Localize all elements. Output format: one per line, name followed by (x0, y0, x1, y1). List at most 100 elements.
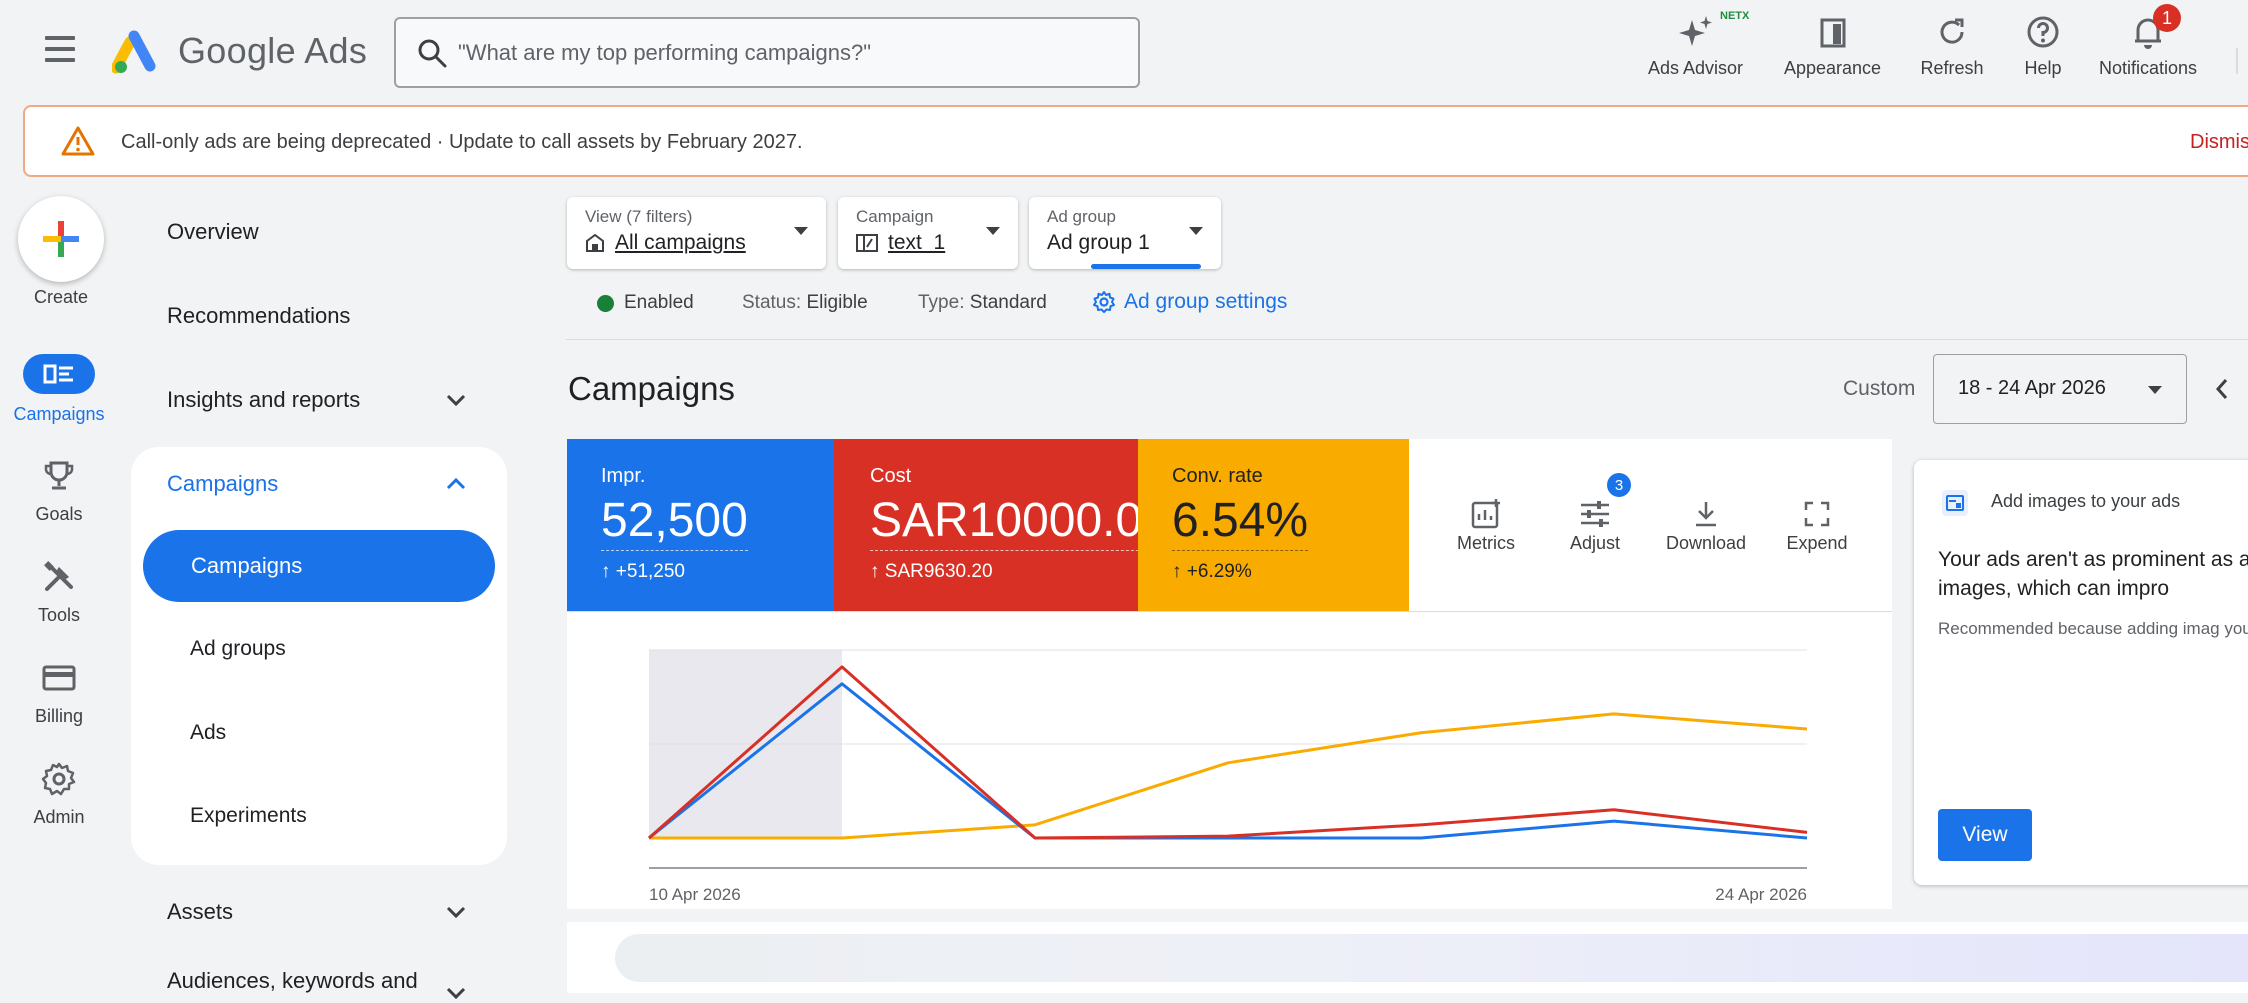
deprecation-banner: Call-only ads are being deprecated · Upd… (23, 105, 2248, 177)
rail-item-admin[interactable]: Admin (4, 757, 114, 828)
nav-sub-experiments[interactable]: Experiments (190, 804, 307, 828)
appearance-icon (1775, 10, 1890, 54)
rail-item-campaigns[interactable]: Campaigns (4, 354, 114, 425)
recommendation-body: Your ads aren't as prominent as added im… (1938, 548, 2248, 600)
rail-item-tools[interactable]: Tools (4, 555, 114, 626)
gear-icon (4, 757, 114, 801)
credit-card-icon (4, 656, 114, 700)
scorecard-delta: ↑ SAR9630.20 (870, 561, 993, 582)
rail-campaigns-label: Campaigns (13, 404, 105, 424)
chart-x-tick-label: 24 Apr 2026 (1715, 885, 1807, 904)
ad-group-filter-value: Ad group 1 (1047, 231, 1150, 254)
tools-icon (4, 555, 114, 599)
scorecards-panel: Impr. 52,500 ↑ +51,250 Cost SAR10000.00 … (567, 439, 1892, 611)
scorecard-delta: ↑ +51,250 (601, 561, 685, 582)
page-title: Campaigns (568, 370, 735, 407)
date-range-picker[interactable]: 18 - 24 Apr 2026 (1933, 354, 2187, 424)
appearance-button[interactable]: Appearance (1775, 10, 1890, 79)
image-ad-icon (1942, 490, 1968, 516)
nav-sub-ads[interactable]: Ads (190, 721, 226, 745)
campaign-type-icon (856, 234, 878, 252)
expand-label: Expend (1786, 533, 1848, 553)
view-filter-label: View (7 filters) (585, 207, 693, 226)
ad-group-filter[interactable]: Ad group Ad group 1 (1029, 197, 1221, 269)
view-filter[interactable]: View (7 filters) All campaigns (567, 197, 826, 269)
divider (566, 339, 2248, 340)
date-preset-label: Custom (1843, 377, 1916, 400)
metrics-button[interactable]: Metrics (1436, 495, 1536, 554)
main-menu-icon[interactable] (40, 36, 80, 66)
date-range-value: 18 - 24 Apr 2026 (1958, 377, 2106, 399)
help-icon (2003, 10, 2083, 54)
rail-tools-label: Tools (37, 605, 81, 625)
scorecard-value: SAR10000.00 (870, 493, 1138, 551)
banner-dismiss-link[interactable]: Dismis (2190, 131, 2248, 154)
trophy-icon (4, 454, 114, 498)
enabled-status: Enabled (597, 292, 694, 314)
eligibility-status: Status: Eligible (742, 292, 868, 314)
adjust-button[interactable]: 3 Adjust (1545, 473, 1645, 554)
chevron-up-icon[interactable] (444, 474, 468, 494)
loading-placeholder-bar (615, 934, 2248, 982)
create-button[interactable] (18, 196, 104, 282)
type-key: Type: (918, 292, 965, 313)
search-input[interactable] (458, 33, 1118, 73)
nav-campaigns-group (131, 447, 507, 865)
refresh-button[interactable]: Refresh (1902, 10, 2002, 79)
chevron-down-icon[interactable] (444, 902, 468, 922)
search-box[interactable] (394, 17, 1140, 88)
nav-overview[interactable]: Overview (167, 219, 259, 245)
chevron-left-icon[interactable] (2212, 376, 2232, 402)
chevron-down-icon[interactable] (444, 983, 468, 1003)
notifications-button[interactable]: 1 Notifications (2087, 4, 2209, 79)
ad-group-settings-link[interactable]: Ad group settings (1092, 290, 1287, 314)
recommendation-reason: Recommended because adding imag your CTR (1938, 616, 2248, 641)
nav-insights-reports[interactable]: Insights and reports (167, 387, 360, 413)
ad-group-settings-label: Ad group settings (1124, 290, 1288, 313)
view-recommendation-button[interactable]: View (1938, 809, 2032, 861)
scorecard-conv-rate[interactable]: Conv. rate 6.54% ↑ +6.29% (1138, 439, 1409, 611)
download-button[interactable]: Download (1656, 495, 1756, 554)
nav-campaigns-header[interactable]: Campaigns (167, 471, 278, 497)
nav-assets[interactable]: Assets (167, 899, 233, 925)
nav-sub-ad-groups[interactable]: Ad groups (190, 637, 286, 661)
adjust-count-badge: 3 (1607, 473, 1631, 497)
loading-panel (567, 922, 2248, 993)
notifications-label: Notifications (2098, 58, 2198, 78)
building-icon (586, 233, 604, 252)
dropdown-caret-icon (2148, 386, 2162, 394)
rail-item-billing[interactable]: Billing (4, 656, 114, 727)
metrics-label: Metrics (1457, 533, 1515, 553)
recommendation-reason-text: Recommended because adding imag your CTR (1938, 619, 2248, 638)
line-chart: 10 Apr 2026 24 Apr 2026 (648, 649, 1808, 904)
plus-icon (43, 221, 79, 257)
expand-button[interactable]: Expend (1767, 495, 1867, 554)
enabled-dot-icon (597, 294, 614, 312)
google-ads-logo-icon[interactable] (110, 30, 164, 74)
campaign-filter-value: text_1 (888, 231, 946, 254)
rail-item-goals[interactable]: Goals (4, 454, 114, 525)
recommendation-card: Add images to your ads Your ads aren't a… (1914, 460, 2248, 885)
rail-billing-label: Billing (34, 706, 84, 726)
campaign-filter[interactable]: Campaign text_1 (838, 197, 1018, 269)
help-label: Help (2024, 58, 2062, 78)
fullscreen-icon (1767, 495, 1867, 533)
enabled-label: Enabled (624, 292, 694, 313)
campaigns-icon (23, 354, 95, 394)
scorecard-delta-value: SAR9630.20 (884, 561, 993, 582)
nav-audiences-keywords[interactable]: Audiences, keywords and (167, 968, 418, 994)
search-icon (418, 39, 447, 68)
warning-icon (61, 126, 95, 156)
adjust-icon: 3 (1545, 473, 1645, 533)
nav-recommendations[interactable]: Recommendations (167, 303, 350, 329)
scorecard-cost[interactable]: Cost SAR10000.00 ↑ SAR9630.20 (834, 439, 1138, 611)
ad-group-selected-indicator (1091, 264, 1201, 269)
dropdown-caret-icon (1189, 227, 1203, 235)
type-value: Standard (969, 292, 1047, 313)
chevron-down-icon[interactable] (444, 390, 468, 410)
scorecard-delta-value: +51,250 (615, 561, 685, 582)
dropdown-caret-icon (986, 227, 1000, 235)
help-button[interactable]: Help (2003, 10, 2083, 79)
scorecard-impressions[interactable]: Impr. 52,500 ↑ +51,250 (567, 439, 834, 611)
nav-sub-campaigns[interactable]: Campaigns (143, 530, 495, 602)
